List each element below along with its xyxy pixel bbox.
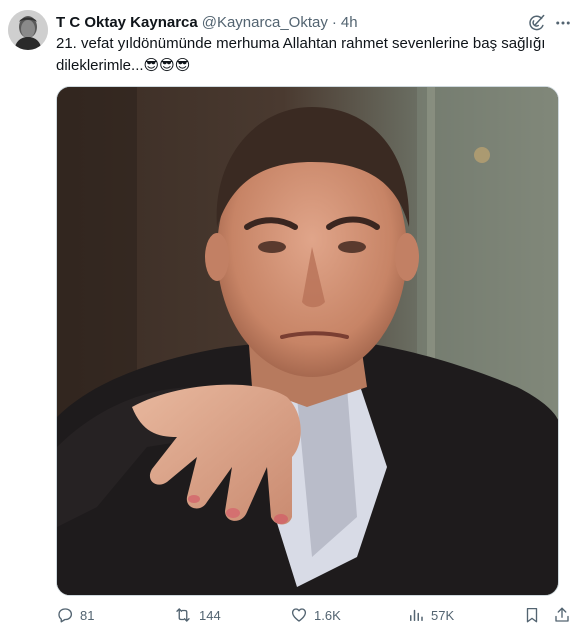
reply-icon: [58, 608, 73, 623]
repost-button[interactable]: 144: [173, 604, 221, 626]
like-count: 1.6K: [314, 607, 341, 623]
repost-count: 144: [199, 607, 221, 623]
tweet-media-image[interactable]: [56, 86, 559, 596]
tweet-text-body: 21. vefat yıldönümünde merhuma Allahtan …: [56, 35, 546, 74]
repost-icon: [176, 608, 190, 622]
bookmark-button[interactable]: [523, 604, 541, 626]
reply-count: 81: [80, 607, 95, 623]
like-button[interactable]: 1.6K: [290, 604, 341, 626]
share-button[interactable]: [553, 604, 571, 626]
heart-icon: [291, 608, 307, 622]
views-count: 57K: [431, 607, 455, 623]
user-handle[interactable]: @Kaynarca_Oktay: [202, 14, 328, 31]
share-icon: [555, 607, 569, 622]
separator-dot: ·: [331, 13, 337, 31]
tweet: T C Oktay Kaynarca @Kaynarca_Oktay · 4h …: [0, 0, 578, 629]
bookmark-icon: [526, 607, 538, 623]
views-bar-chart-icon: [410, 609, 423, 621]
tweet-actions: 81 144 1.6K 57K: [56, 604, 572, 626]
reply-button[interactable]: 81: [56, 604, 94, 626]
timestamp[interactable]: 4h: [341, 14, 358, 31]
display-name[interactable]: T C Oktay Kaynarca: [56, 14, 198, 31]
tweet-header: T C Oktay Kaynarca @Kaynarca_Oktay · 4h: [56, 12, 358, 32]
avatar[interactable]: [8, 10, 48, 50]
views-button[interactable]: 57K: [407, 604, 454, 626]
tweet-text: 21. vefat yıldönümünde merhuma Allahtan …: [56, 33, 568, 77]
tweet-emojis: 😎😎😎: [143, 57, 191, 74]
